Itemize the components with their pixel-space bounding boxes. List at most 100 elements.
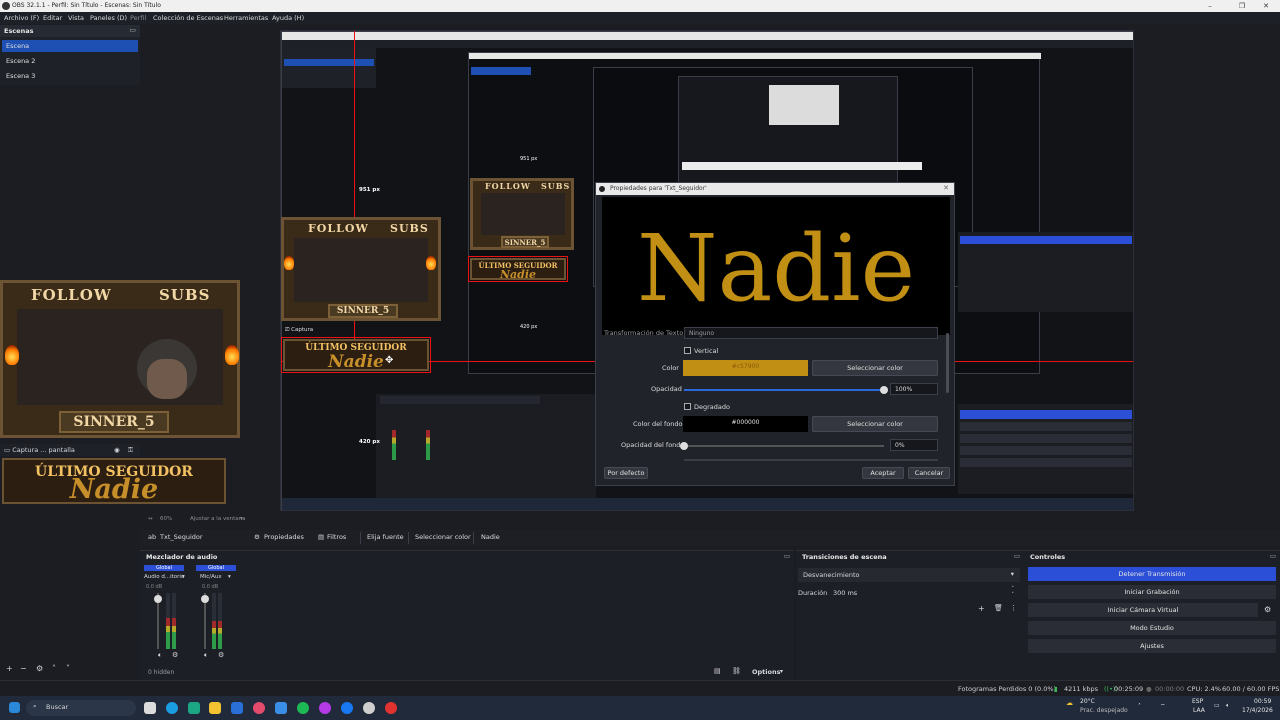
toolbar-select-color-button[interactable]: Seleccionar color bbox=[415, 533, 471, 541]
virtual-camera-settings-icon[interactable]: ⚙ bbox=[1264, 605, 1271, 614]
photos-icon[interactable] bbox=[275, 702, 287, 714]
channel-2-menu-icon[interactable]: ▾ bbox=[228, 574, 231, 580]
start-recording-button[interactable]: Iniciar Grabación bbox=[1028, 585, 1276, 599]
transition-menu-icon[interactable]: ⋮ bbox=[1010, 604, 1017, 612]
bg-select-color-button[interactable]: Seleccionar color bbox=[812, 416, 938, 432]
mixer-link-icon[interactable]: ⛓ bbox=[732, 667, 741, 675]
taskbar-search[interactable]: ⌕ Buscar bbox=[26, 700, 136, 716]
move-down-icon[interactable]: ˅ bbox=[66, 664, 70, 673]
zoom-level[interactable]: 60% bbox=[160, 516, 172, 522]
duration-spin-icon[interactable]: ˄ ˅ bbox=[1012, 586, 1015, 598]
duration-spinbox[interactable]: 300 ms ˄ ˅ bbox=[828, 586, 1020, 600]
filters-button[interactable]: Filtros bbox=[327, 533, 346, 541]
dialog-scrollbar[interactable] bbox=[946, 333, 949, 393]
fit-window-select[interactable]: Ajustar a la ventana bbox=[190, 516, 245, 522]
menu-paneles[interactable]: Paneles (D) bbox=[90, 14, 127, 22]
source-capture-row[interactable]: ▭ Captura ... pantalla ◉ ⚿ bbox=[0, 444, 140, 456]
channel-2-speaker-icon[interactable]: 🔈︎ bbox=[204, 651, 208, 660]
mid-selection-box[interactable] bbox=[281, 337, 431, 373]
volume-icon[interactable]: 🔈︎ bbox=[1226, 702, 1230, 710]
color-swatch[interactable]: #c57900 bbox=[683, 360, 808, 376]
steam-icon[interactable] bbox=[363, 702, 375, 714]
weather-temp[interactable]: 20°C bbox=[1080, 698, 1095, 705]
bgopacity-spinbox[interactable]: 0% bbox=[890, 439, 938, 451]
menu-archivo[interactable]: Archivo (F) bbox=[4, 14, 39, 22]
task-view-icon[interactable] bbox=[144, 702, 156, 714]
facebook-icon[interactable] bbox=[341, 702, 353, 714]
scene-item-escena-2[interactable]: Escena 2 bbox=[2, 55, 138, 67]
bgcolor-swatch[interactable]: #000000 bbox=[683, 416, 808, 432]
start-virtual-camera-button[interactable]: Iniciar Cámara Virtual bbox=[1028, 603, 1258, 617]
opacity-slider-knob[interactable] bbox=[880, 386, 888, 394]
vertical-checkbox[interactable] bbox=[684, 347, 691, 354]
properties-button[interactable]: Propiedades bbox=[264, 533, 304, 541]
opacity-spinbox[interactable]: 100% bbox=[890, 383, 938, 395]
cancel-button[interactable]: Cancelar bbox=[908, 467, 950, 479]
menu-vista[interactable]: Vista bbox=[68, 14, 84, 22]
channel-2-settings-icon[interactable]: ⚙ bbox=[218, 651, 224, 659]
stop-streaming-button[interactable]: Detener Transmisión bbox=[1028, 567, 1276, 581]
menu-perfil[interactable]: Perfil bbox=[130, 14, 146, 22]
transitions-undock-icon[interactable]: ▭ bbox=[1014, 552, 1020, 560]
store-icon[interactable] bbox=[231, 702, 243, 714]
lock-icon[interactable]: ⚿ bbox=[128, 446, 133, 455]
edge-icon[interactable] bbox=[166, 702, 178, 714]
minimize-button[interactable]: – bbox=[1196, 0, 1224, 12]
mixer-undock-icon[interactable]: ▭ bbox=[784, 552, 790, 560]
menu-ayuda[interactable]: Ayuda (H) bbox=[272, 14, 304, 22]
scene-item-escena-3[interactable]: Escena 3 bbox=[2, 70, 138, 82]
defaults-button[interactable]: Por defecto bbox=[604, 467, 648, 479]
transition-select[interactable]: Desvanecimiento ▾ bbox=[798, 568, 1020, 582]
channel-1-fader-knob[interactable] bbox=[154, 595, 162, 603]
source-settings-icon[interactable]: ⚙ bbox=[36, 664, 43, 673]
toolbar-text-value[interactable]: Nadie bbox=[481, 533, 500, 541]
copilot-icon[interactable] bbox=[188, 702, 200, 714]
close-button[interactable]: ✕ bbox=[1252, 0, 1280, 12]
transform-select[interactable]: Ninguno bbox=[684, 327, 938, 339]
channel-1-settings-icon[interactable]: ⚙ bbox=[172, 651, 178, 659]
remove-icon[interactable]: − bbox=[20, 664, 27, 673]
studio-mode-button[interactable]: Modo Estudio bbox=[1028, 621, 1276, 635]
messenger-icon[interactable] bbox=[319, 702, 331, 714]
options-chevron-icon[interactable]: ▾ bbox=[780, 668, 783, 675]
channel-1-menu-icon[interactable]: ▾ bbox=[182, 574, 185, 580]
dock-undock-icon[interactable]: ▭ bbox=[129, 26, 136, 34]
choose-source-button[interactable]: Elija fuente bbox=[367, 533, 404, 541]
fit-chevron-icon[interactable]: ▾ bbox=[240, 516, 243, 522]
network-icon[interactable]: ▭ bbox=[1214, 702, 1220, 709]
filter-icon[interactable]: ▤ bbox=[318, 533, 324, 541]
mixer-layout-icon[interactable]: ▤ bbox=[714, 667, 721, 675]
visibility-eye-icon[interactable]: ◉ bbox=[114, 446, 120, 454]
file-explorer-icon[interactable] bbox=[209, 702, 221, 714]
settings-button[interactable]: Ajustes bbox=[1028, 639, 1276, 653]
move-up-icon[interactable]: ˄ bbox=[52, 664, 56, 673]
dialog-close-icon[interactable]: ✕ bbox=[943, 184, 949, 192]
tray-wifi-icon[interactable]: ⌔ bbox=[1160, 702, 1166, 710]
select-color-button[interactable]: Seleccionar color bbox=[812, 360, 938, 376]
obs-task-icon[interactable] bbox=[385, 702, 397, 714]
channel-2-fader-knob[interactable] bbox=[201, 595, 209, 603]
add-icon[interactable]: + bbox=[6, 664, 13, 673]
menu-editar[interactable]: Editar bbox=[43, 14, 62, 22]
options-button[interactable]: Options bbox=[752, 668, 780, 676]
opera-icon[interactable] bbox=[253, 702, 265, 714]
bgopacity-slider-knob[interactable] bbox=[680, 442, 688, 450]
channel-1-speaker-icon[interactable]: 🔈︎ bbox=[158, 651, 162, 660]
controls-undock-icon[interactable]: ▭ bbox=[1270, 552, 1276, 560]
scene-item-escena[interactable]: Escena bbox=[2, 40, 138, 52]
bgopacity-slider[interactable] bbox=[680, 442, 884, 450]
menu-herramientas[interactable]: Herramientas bbox=[224, 14, 268, 22]
clock-time[interactable]: 00:59 bbox=[1254, 698, 1271, 705]
accept-button[interactable]: Aceptar bbox=[862, 467, 904, 479]
lang-bottom: LAA bbox=[1193, 707, 1205, 714]
lang-top[interactable]: ESP bbox=[1192, 698, 1203, 705]
add-transition-icon[interactable]: + bbox=[978, 604, 985, 613]
gear-icon[interactable]: ⚙ bbox=[254, 533, 260, 541]
spotify-icon[interactable] bbox=[297, 702, 309, 714]
gradient-checkbox[interactable] bbox=[684, 403, 691, 410]
delete-transition-icon[interactable]: 🗑︎ bbox=[994, 604, 1003, 612]
opacity-slider[interactable] bbox=[684, 386, 888, 394]
menu-coleccion-escenas[interactable]: Colección de Escenas bbox=[153, 14, 223, 22]
windows-start-icon[interactable] bbox=[9, 702, 20, 713]
tray-chevron-icon[interactable]: ˄ bbox=[1138, 703, 1141, 710]
